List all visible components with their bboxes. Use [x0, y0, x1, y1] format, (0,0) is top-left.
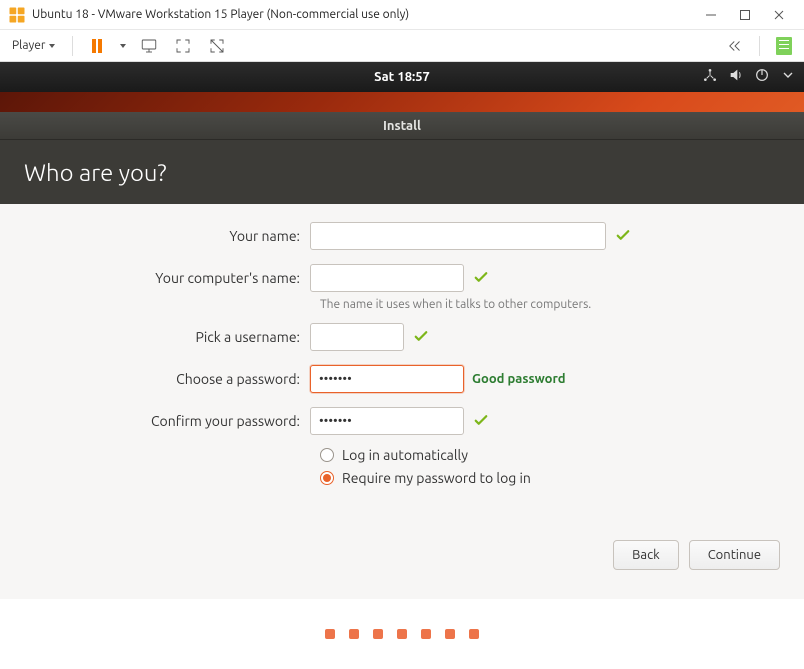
heading-text: Who are you?: [24, 159, 167, 186]
password-strength: Good password: [472, 372, 566, 386]
radio-icon: [320, 448, 334, 462]
label-username: Pick a username:: [0, 329, 310, 345]
installer-titlebar: Install: [0, 112, 804, 140]
toolbar-separator: [72, 36, 73, 56]
back-button[interactable]: Back: [613, 540, 679, 570]
login-require-label: Require my password to log in: [342, 470, 531, 486]
chevron-down-icon[interactable]: [780, 67, 796, 87]
check-icon: [614, 226, 632, 247]
network-icon[interactable]: [702, 67, 718, 87]
dot: [397, 629, 407, 639]
minimize-button[interactable]: [694, 1, 728, 29]
player-menu[interactable]: Player: [8, 36, 60, 55]
ubuntu-menubar: Sat 18:57: [0, 62, 804, 92]
confirm-password-input[interactable]: [310, 407, 464, 435]
fullscreen-button[interactable]: [171, 34, 195, 58]
check-icon: [412, 327, 430, 348]
chevron-down-icon: [48, 42, 56, 50]
notes-button[interactable]: [772, 34, 796, 58]
password-input[interactable]: [310, 365, 464, 393]
desktop-wallpaper: [0, 92, 804, 112]
dot: [421, 629, 431, 639]
installer-window: Install Who are you? Your name: Your com…: [0, 112, 804, 599]
login-auto-radio[interactable]: Log in automatically: [320, 447, 804, 463]
computer-name-helper: The name it uses when it talks to other …: [320, 298, 804, 311]
login-auto-label: Log in automatically: [342, 447, 468, 463]
installer-title: Install: [383, 119, 421, 133]
computer-name-input[interactable]: [310, 264, 464, 292]
dot: [325, 629, 335, 639]
pause-icon: [92, 39, 102, 53]
nav-buttons: Back Continue: [613, 540, 780, 570]
radio-checked-icon: [320, 471, 334, 485]
login-require-radio[interactable]: Require my password to log in: [320, 470, 804, 486]
power-icon[interactable]: [754, 67, 770, 87]
toolbar-separator: [759, 36, 760, 56]
exit-fullscreen-icon: [208, 37, 226, 55]
progress-dots: [0, 599, 804, 669]
system-tray: [702, 67, 796, 87]
continue-button[interactable]: Continue: [689, 540, 780, 570]
label-password: Choose a password:: [0, 371, 310, 387]
vmware-titlebar: Ubuntu 18 - VMware Workstation 15 Player…: [0, 0, 804, 30]
volume-icon[interactable]: [728, 67, 744, 87]
send-ctrl-alt-del-button[interactable]: [137, 34, 161, 58]
clock[interactable]: Sat 18:57: [374, 70, 430, 84]
dot: [349, 629, 359, 639]
monitor-icon: [140, 37, 158, 55]
fast-forward-button[interactable]: [723, 34, 747, 58]
label-confirm: Confirm your password:: [0, 413, 310, 429]
dot: [469, 629, 479, 639]
dot: [445, 629, 455, 639]
installer-heading: Who are you?: [0, 140, 804, 204]
vmware-logo-icon: [8, 6, 26, 24]
close-button[interactable]: [762, 1, 796, 29]
note-icon: [776, 37, 792, 55]
chevron-down-icon[interactable]: [119, 42, 127, 50]
player-menu-label: Player: [12, 39, 45, 52]
double-chevron-left-icon: [726, 37, 744, 55]
name-input[interactable]: [310, 222, 606, 250]
check-icon: [472, 411, 490, 432]
check-icon: [472, 268, 490, 289]
vmware-toolbar: Player: [0, 30, 804, 62]
label-name: Your name:: [0, 228, 310, 244]
vmware-window-title: Ubuntu 18 - VMware Workstation 15 Player…: [32, 8, 694, 21]
unity-button[interactable]: [205, 34, 229, 58]
dot: [373, 629, 383, 639]
username-input[interactable]: [310, 323, 404, 351]
pause-button[interactable]: [85, 34, 109, 58]
fullscreen-icon: [174, 37, 192, 55]
label-computer: Your computer's name:: [0, 270, 310, 286]
maximize-button[interactable]: [728, 1, 762, 29]
